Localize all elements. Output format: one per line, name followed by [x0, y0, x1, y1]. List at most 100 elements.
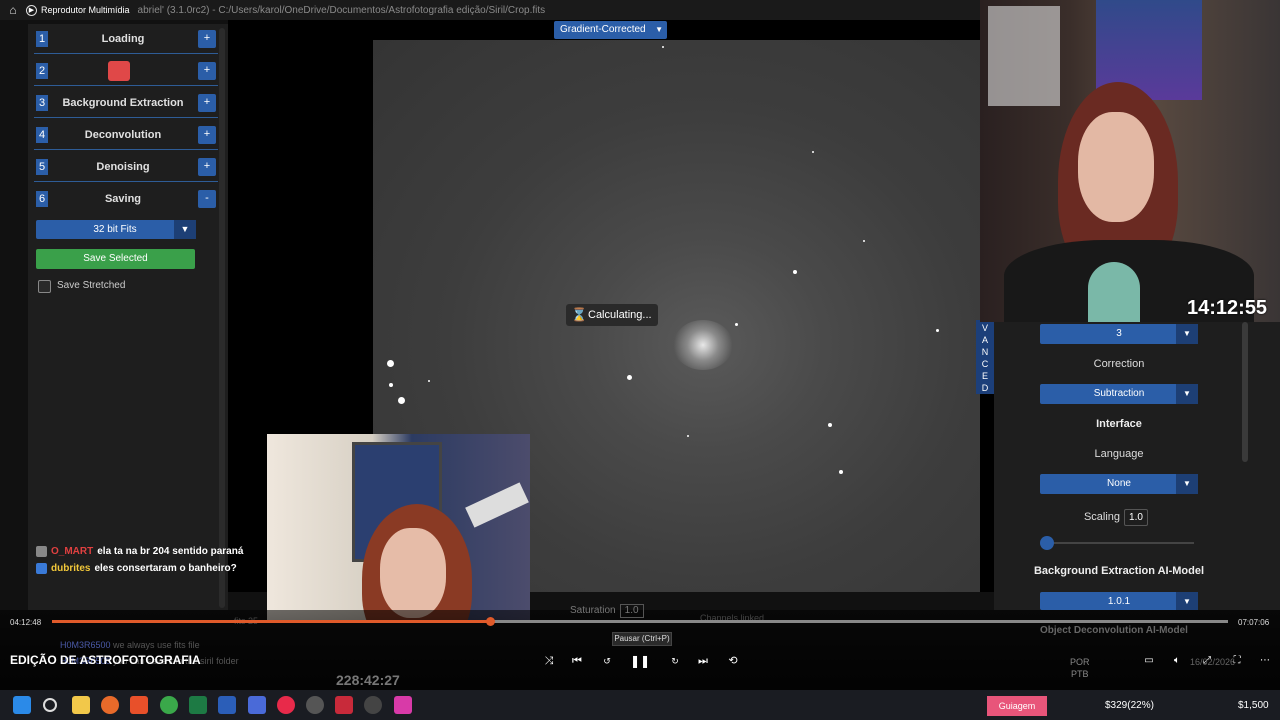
obj-model-heading: Object Deconvolution AI-Model — [1040, 625, 1188, 636]
view-mode-dropdown[interactable]: Gradient-Corrected ▼ — [554, 21, 667, 39]
step-loading[interactable]: 1 Loading + — [34, 24, 218, 54]
correction-dropdown[interactable]: Subtraction ▼ — [1040, 384, 1198, 404]
screen: ⌂ ▶ Reprodutor Multimídia abriel' (3.1.0… — [0, 0, 1280, 720]
rewind-10-icon[interactable]: ↺ — [598, 653, 616, 669]
repeat-icon[interactable]: ⟲ — [724, 653, 742, 669]
player-title-bar: ⌂ ▶ Reprodutor Multimídia abriel' (3.1.0… — [0, 0, 980, 20]
search-icon[interactable] — [43, 698, 57, 712]
excel-icon[interactable] — [189, 696, 207, 714]
save-stretched-checkbox[interactable] — [38, 280, 51, 293]
step-label: Loading — [101, 32, 145, 45]
saturation-label: Saturation — [570, 605, 616, 616]
star — [387, 360, 394, 367]
step-number: 2 — [36, 62, 48, 79]
webcam-feed — [980, 0, 1280, 322]
windows-start-icon[interactable] — [13, 696, 31, 714]
miniplayer-icon[interactable]: ▭ — [1140, 653, 1158, 669]
left-scrollbar[interactable] — [219, 28, 225, 608]
step-label: Deconvolution — [84, 128, 162, 141]
pipeline-panel: 1 Loading + 2 op + 3 Background Extracti… — [28, 24, 228, 610]
scaling-input[interactable]: 1.0 — [1124, 509, 1148, 526]
expand-button[interactable]: + — [198, 29, 216, 48]
step-saving[interactable]: 6 Saving - — [34, 184, 218, 214]
goal-max: $1,500 — [1238, 700, 1269, 711]
shuffle-icon[interactable]: ⤨ — [540, 653, 558, 669]
step-number: 1 — [36, 30, 48, 47]
view-mode-value: Gradient-Corrected — [560, 24, 646, 35]
volume-icon[interactable]: 🔈︎ — [1168, 653, 1186, 669]
media-icon[interactable] — [277, 696, 295, 714]
correction-label: Correction — [1093, 358, 1145, 370]
goal-value: $329(22%) — [1105, 700, 1154, 711]
nebula-core — [673, 320, 733, 370]
step-label: Background Extraction — [62, 96, 184, 109]
home-icon[interactable]: ⌂ — [0, 3, 26, 17]
streamer-app-icon[interactable] — [335, 696, 353, 714]
goal-label: Guiagem telescópio — [987, 696, 1047, 716]
seek-bar-fill — [52, 620, 489, 623]
step-crop[interactable]: 2 op + — [34, 56, 218, 86]
star — [428, 380, 430, 382]
seek-handle[interactable] — [486, 617, 495, 626]
language-dropdown[interactable]: None ▼ — [1040, 474, 1198, 494]
siril-icon[interactable] — [394, 696, 412, 714]
advanced-tab[interactable]: VANCED — [976, 320, 994, 394]
ghost-chat-text: we always use fits file — [113, 640, 200, 650]
dropdown-value: Subtraction — [1093, 388, 1145, 399]
value-dropdown[interactable]: 3 ▼ — [1040, 324, 1198, 344]
format-dropdown[interactable]: 32 bit Fits — [36, 220, 194, 239]
save-selected-button[interactable]: Save Selected — [36, 249, 195, 269]
save-stretched-label: Save Stretched — [57, 280, 126, 291]
forward-30-icon[interactable]: ↻ — [666, 653, 684, 669]
chat-user: O_MART — [51, 546, 94, 557]
expand-button[interactable]: + — [198, 157, 216, 176]
chevron-down-icon: ▼ — [655, 25, 663, 34]
date-text: 16/02/2026 — [1190, 657, 1236, 667]
player-app: ▶ Reprodutor Multimídia — [26, 4, 130, 16]
user-badge-icon — [36, 563, 47, 574]
expand-button[interactable]: + — [198, 125, 216, 144]
window-path: abriel' (3.1.0rc2) - C:/Users/karol/OneD… — [137, 4, 546, 16]
current-time: 04:12:48 — [10, 618, 42, 627]
chevron-down-icon[interactable]: ▼ — [174, 220, 196, 239]
scaling-slider-handle[interactable] — [1040, 536, 1054, 550]
ghost-chat-user: H0M3R6500 — [60, 640, 111, 650]
step-denoising[interactable]: 5 Denoising + — [34, 152, 218, 182]
step-deconvolution[interactable]: 4 Deconvolution + — [34, 120, 218, 150]
scaling-slider-track[interactable] — [1046, 542, 1194, 544]
file-explorer-icon[interactable] — [72, 696, 90, 714]
dropdown-value: 3 — [1116, 328, 1122, 339]
brave-icon[interactable] — [130, 696, 148, 714]
user-badge-icon — [36, 546, 47, 557]
expand-button[interactable]: + — [198, 61, 216, 80]
star — [398, 397, 405, 404]
right-scrollbar[interactable] — [1242, 322, 1248, 462]
step-number: 4 — [36, 126, 48, 143]
chevron-down-icon: ▼ — [1176, 384, 1198, 404]
obs-icon[interactable] — [306, 696, 324, 714]
chrome-icon[interactable] — [160, 696, 178, 714]
more-options-icon[interactable]: ⋯ — [1256, 653, 1274, 669]
star — [735, 323, 738, 326]
expand-button[interactable]: + — [198, 93, 216, 112]
step-background-extraction[interactable]: 3 Background Extraction + — [34, 88, 218, 118]
pause-button[interactable]: ❚❚ — [630, 653, 650, 669]
dropdown-value: 1.0.1 — [1107, 596, 1131, 607]
firefox-icon[interactable] — [101, 696, 119, 714]
saturation-value: 1.0 — [619, 604, 644, 618]
overlay-timer: 228:42:27 — [336, 672, 400, 688]
bg-model-dropdown[interactable]: 1.0.1 ▼ — [1040, 592, 1198, 610]
dropdown-value: None — [1107, 478, 1131, 489]
layout-code: PTB — [1071, 669, 1089, 679]
chat-message: dubrites eles consertaram o banheiro? — [36, 560, 243, 577]
next-icon[interactable]: ⏭ — [694, 653, 712, 669]
shelf — [988, 6, 1060, 106]
keyboard-language[interactable]: POR PTB — [1070, 656, 1090, 680]
system-date[interactable]: 16/02/2026 — [1190, 656, 1235, 668]
media-player-icon[interactable] — [364, 696, 382, 714]
word-icon[interactable] — [218, 696, 236, 714]
settings-panel: 3 ▼ Correction Subtraction ▼ Interface L… — [994, 322, 1280, 610]
app-icon[interactable] — [248, 696, 266, 714]
collapse-button[interactable]: - — [198, 190, 216, 208]
previous-icon[interactable]: ⏮ — [568, 653, 586, 669]
